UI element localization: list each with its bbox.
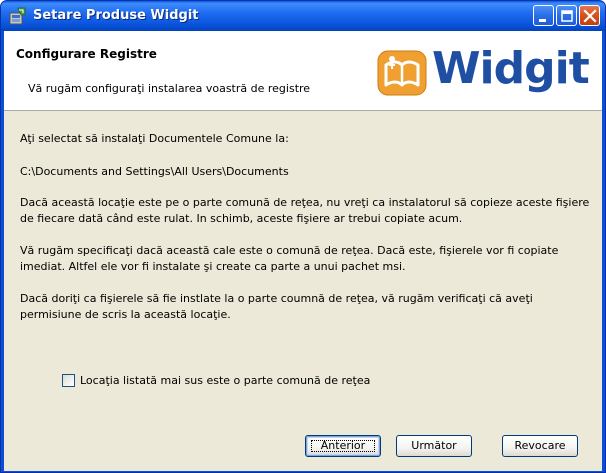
installer-app-icon bbox=[9, 7, 26, 25]
maximize-icon bbox=[561, 10, 573, 22]
maximize-button[interactable] bbox=[556, 5, 577, 26]
minimize-icon bbox=[539, 19, 546, 22]
focus-indicator bbox=[311, 440, 375, 452]
minimize-button[interactable] bbox=[533, 5, 554, 26]
dialog-client-area: Configurare Registre Vă rugăm configuraţ… bbox=[4, 31, 602, 471]
paragraph-permissions: Dacă doriţi ca fişierele să fie instlate… bbox=[20, 292, 533, 321]
banner-title: Configurare Registre bbox=[16, 47, 157, 61]
widgit-logo-icon bbox=[377, 50, 427, 96]
next-button-label: Următor bbox=[411, 439, 457, 452]
intro-text: Aţi selectat să instalaţi Documentele Co… bbox=[20, 132, 289, 145]
paragraph-specify: Vă rugăm specificaţi dacă această cale e… bbox=[20, 244, 559, 273]
back-button[interactable]: Anterior bbox=[305, 435, 381, 457]
next-button[interactable]: Următor bbox=[396, 435, 472, 457]
widgit-logo: Widgit bbox=[376, 43, 594, 97]
cancel-button-label: Revocare bbox=[514, 439, 566, 452]
header-banner: Configurare Registre Vă rugăm configuraţ… bbox=[4, 31, 602, 111]
cancel-button[interactable]: Revocare bbox=[502, 435, 578, 457]
close-icon bbox=[583, 9, 597, 23]
window-title: Setare Produse Widgit bbox=[33, 8, 199, 23]
paragraph-network-share: Dacă această locaţie este pe o parte com… bbox=[20, 196, 590, 225]
widgit-logo-text: Widgit bbox=[432, 43, 590, 94]
network-share-checkbox[interactable] bbox=[62, 374, 75, 387]
network-share-checkbox-label[interactable]: Locaţia listată mai sus este o parte com… bbox=[80, 373, 370, 389]
install-path: C:\Documents and Settings\All Users\Docu… bbox=[20, 165, 289, 178]
installer-window: Setare Produse Widgit Configurare Regist… bbox=[0, 0, 606, 473]
close-button[interactable] bbox=[579, 5, 600, 26]
banner-subtitle: Vă rugăm configuraţi instalarea voastră … bbox=[28, 82, 311, 95]
title-bar[interactable]: Setare Produse Widgit bbox=[1, 1, 605, 31]
